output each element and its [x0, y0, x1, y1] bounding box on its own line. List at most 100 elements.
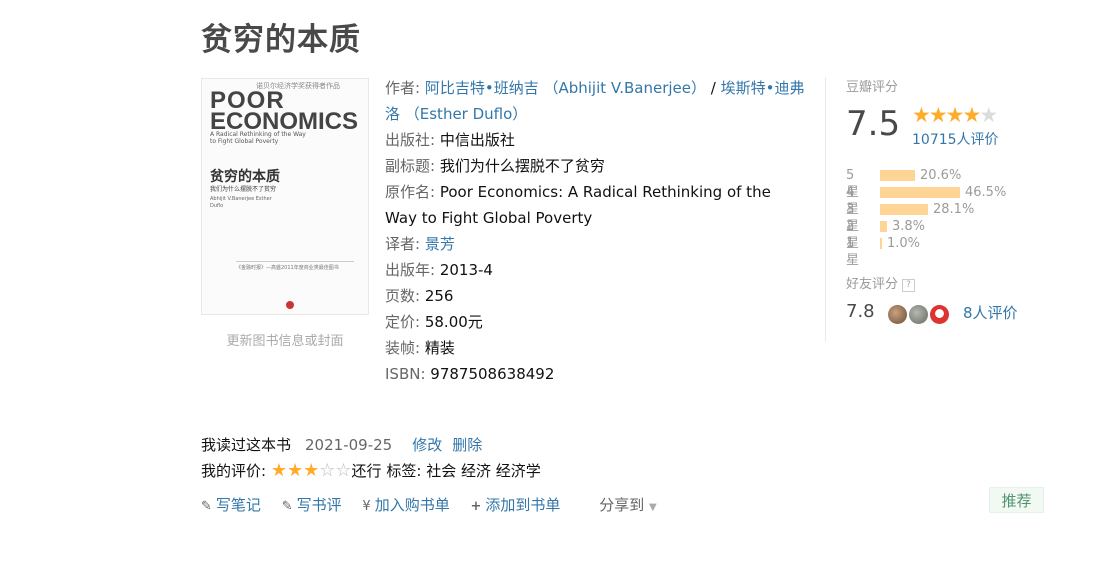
- cover-bottom-text: 《金融时报》—高盛2011年度商业类最佳图书: [236, 261, 354, 310]
- avatar[interactable]: [930, 305, 949, 324]
- rating-row-percent: 46.5%: [965, 185, 1007, 200]
- tags-value: 社会 经济 经济学: [426, 462, 541, 480]
- info-publisher: 出版社: 中信出版社: [385, 127, 805, 153]
- my-rating-stars[interactable]: ★★★☆☆: [271, 460, 352, 481]
- plus-icon: +: [470, 499, 482, 514]
- binding-label: 装帧:: [385, 339, 421, 357]
- cover-authors: Abhijit V.Banerjee Esther Duflo: [210, 196, 272, 209]
- author-link-1[interactable]: 阿比吉特•班纳吉 （Abhijit V.Banerjee）: [425, 79, 706, 97]
- rating-row-percent: 20.6%: [920, 168, 962, 183]
- my-reading-status: 我读过这本书 2021-09-25 修改 删除 我的评价: ★★★☆☆还行 标签: 社…: [201, 432, 541, 484]
- rating-row-label: 1星: [846, 236, 860, 268]
- page-title: 贫穷的本质: [201, 22, 361, 58]
- pages-label: 页数:: [385, 287, 421, 305]
- star-icon[interactable]: ★: [287, 460, 303, 481]
- update-cover-link[interactable]: 更新图书信息或封面: [201, 330, 369, 349]
- star-icon: ★: [928, 103, 948, 127]
- friend-avatars: [888, 304, 951, 324]
- info-translator: 译者: 景芳: [385, 231, 805, 257]
- friends-count-link[interactable]: 8人评价: [963, 302, 1018, 323]
- original-title-value: Poor Economics: A Radical Rethinking of …: [385, 183, 771, 227]
- add-to-cart-button[interactable]: ¥ 加入购书单: [362, 496, 449, 514]
- rating-bar: [880, 221, 887, 232]
- avatar[interactable]: [909, 305, 928, 324]
- subtitle-label: 副标题:: [385, 157, 436, 175]
- add-to-cart-label: 加入购书单: [374, 496, 450, 514]
- rating-bar: [880, 238, 882, 249]
- publisher-value: 中信出版社: [439, 131, 515, 149]
- rating-count-link[interactable]: 10715人评价: [912, 129, 999, 149]
- star-icon: ★: [945, 103, 965, 127]
- chevron-down-icon: ▼: [648, 502, 657, 513]
- read-date: 2021-09-25: [305, 436, 393, 454]
- star-icon: ★: [979, 103, 998, 127]
- translator-label: 译者:: [385, 235, 421, 253]
- my-rating-label: 我的评价:: [201, 462, 267, 480]
- star-icon[interactable]: ☆: [319, 460, 335, 481]
- info-author: 作者: 阿比吉特•班纳吉 （Abhijit V.Banerjee） / 埃斯特•…: [385, 75, 805, 127]
- write-review-label: 写书评: [296, 496, 342, 514]
- info-price: 定价: 58.00元: [385, 309, 805, 335]
- share-label: 分享到: [599, 496, 645, 514]
- rating-stars: ★★★★★: [912, 103, 998, 127]
- translator-link[interactable]: 景芳: [425, 235, 455, 253]
- rating-bar: [880, 204, 928, 215]
- book-cover[interactable]: 诺贝尔经济学奖获得者作品 POOR ECONOMICS A Radical Re…: [201, 78, 369, 315]
- year-label: 出版年:: [385, 261, 436, 279]
- rating-score: 7.5: [846, 104, 901, 144]
- rating-row-percent: 28.1%: [933, 202, 975, 217]
- author-separator: /: [706, 79, 721, 97]
- star-icon[interactable]: ★: [271, 460, 287, 481]
- action-bar: ✎ 写笔记 ✎ 写书评 ¥ 加入购书单 + 添加到书单 分享到 ▼: [201, 494, 657, 515]
- isbn-value: 9787508638492: [430, 365, 555, 383]
- rating-row-percent: 1.0%: [887, 236, 921, 251]
- author-label: 作者:: [385, 79, 421, 97]
- star-icon: ★: [962, 103, 981, 127]
- edit-link[interactable]: 修改: [412, 436, 442, 454]
- price-value: 58.00元: [424, 313, 483, 331]
- pencil-icon: ✎: [201, 499, 212, 514]
- help-icon[interactable]: ?: [902, 279, 916, 292]
- cover-subtitle: A Radical Rethinking of the Way to Fight…: [210, 131, 306, 145]
- recommend-button[interactable]: 推荐: [989, 487, 1044, 513]
- star-icon[interactable]: ☆: [335, 460, 351, 481]
- read-status: 我读过这本书: [201, 436, 292, 454]
- write-review-button[interactable]: ✎ 写书评: [282, 496, 342, 514]
- add-to-list-button[interactable]: + 添加到书单: [470, 496, 560, 514]
- share-dropdown[interactable]: 分享到 ▼: [599, 496, 657, 514]
- isbn-label: ISBN:: [385, 365, 426, 383]
- write-note-label: 写笔记: [215, 496, 261, 514]
- info-isbn: ISBN: 9787508638492: [385, 361, 805, 387]
- rating-label: 豆瓣评分: [846, 80, 899, 95]
- write-note-button[interactable]: ✎ 写笔记: [201, 496, 261, 514]
- cover-cn-title: 贫穷的本质: [210, 169, 280, 185]
- add-to-list-label: 添加到书单: [485, 496, 561, 514]
- original-title-label: 原作名:: [385, 183, 436, 201]
- pages-value: 256: [424, 287, 454, 305]
- tags-label: 标签:: [386, 462, 422, 480]
- cover-publisher-logo: [286, 301, 294, 309]
- rating-bar: [880, 170, 915, 181]
- rating-row-percent: 3.8%: [892, 219, 926, 234]
- my-rating-line: 我的评价: ★★★☆☆还行 标签: 社会 经济 经济学: [201, 458, 541, 484]
- price-label: 定价:: [385, 313, 421, 331]
- rating-bar: [880, 187, 960, 198]
- info-year: 出版年: 2013-4: [385, 257, 805, 283]
- friends-rating-label: 好友评分: [846, 277, 899, 292]
- column-divider: [825, 77, 826, 342]
- my-rating-word: 还行: [351, 462, 382, 480]
- info-original-title: 原作名: Poor Economics: A Radical Rethinkin…: [385, 179, 805, 231]
- info-binding: 装帧: 精装: [385, 335, 805, 361]
- friends-rating: 好友评分? 7.8 8人评价: [846, 273, 1018, 324]
- pencil-icon: ✎: [281, 499, 293, 514]
- book-info: 作者: 阿比吉特•班纳吉 （Abhijit V.Banerjee） / 埃斯特•…: [385, 75, 805, 387]
- friends-score: 7.8: [846, 301, 875, 322]
- star-icon: ★: [912, 103, 931, 127]
- delete-link[interactable]: 删除: [452, 436, 482, 454]
- my-status-line: 我读过这本书 2021-09-25 修改 删除: [201, 432, 541, 458]
- subtitle-value: 我们为什么摆脱不了贫穷: [439, 157, 605, 175]
- info-pages: 页数: 256: [385, 283, 805, 309]
- star-icon[interactable]: ★: [303, 460, 319, 481]
- info-subtitle: 副标题: 我们为什么摆脱不了贫穷: [385, 153, 805, 179]
- avatar[interactable]: [888, 305, 907, 324]
